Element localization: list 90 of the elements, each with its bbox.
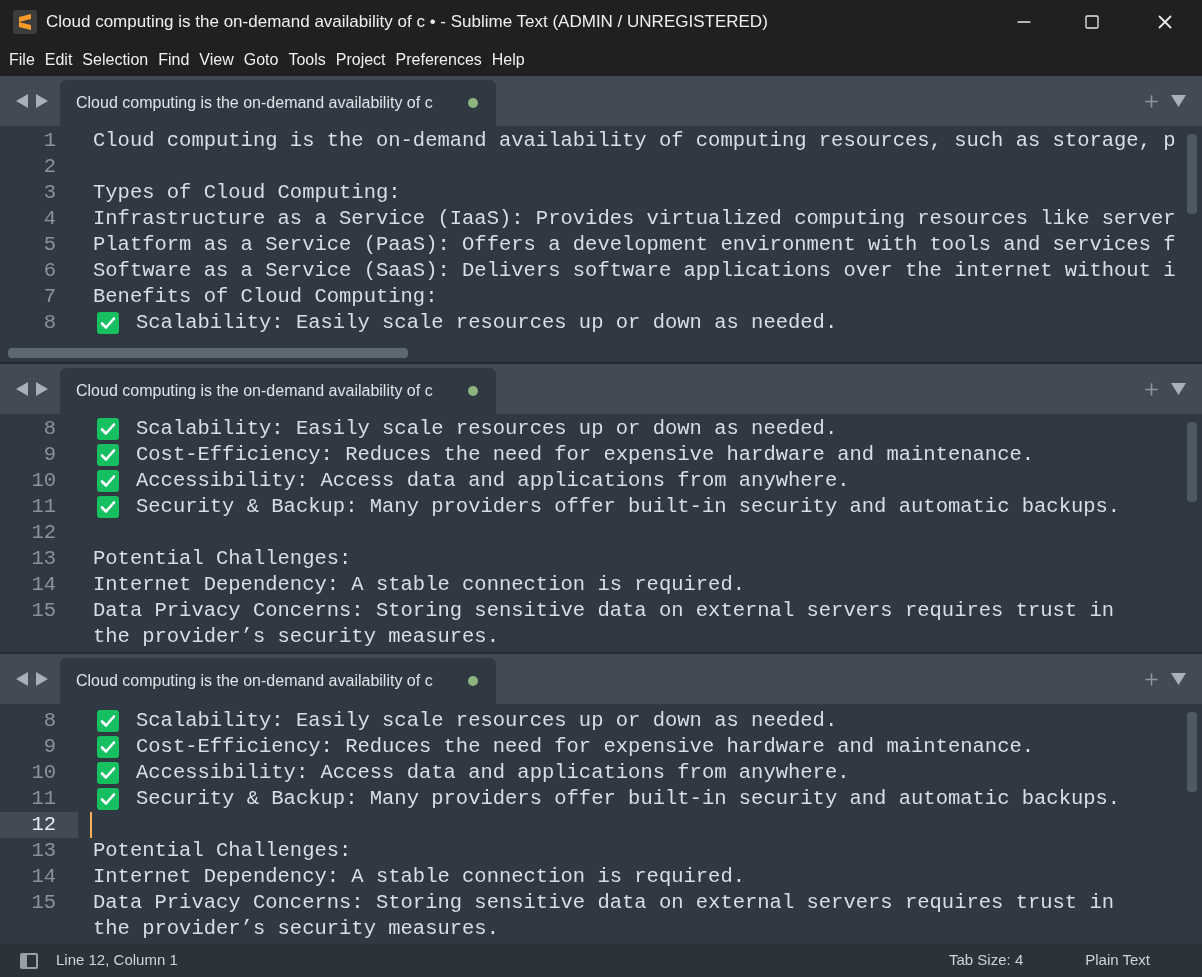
line-number: 9	[43, 733, 56, 760]
menu-item[interactable]: File	[4, 48, 40, 72]
code-line: Internet Dependency: A stable connection is required.	[93, 571, 745, 598]
line-number: 4	[43, 205, 56, 232]
code-line: Scalability: Easily scale resources up or down as needed.	[136, 415, 838, 442]
maximize-icon[interactable]	[1084, 14, 1100, 30]
code-line: Cloud computing is the on-demand availability of computing resources, such as storage, p	[93, 127, 1176, 154]
code-line: the provider’s security measures.	[93, 623, 499, 650]
check-mark-icon	[97, 312, 119, 334]
code-line: Potential Challenges:	[93, 837, 352, 864]
check-mark-icon	[97, 736, 119, 758]
cursor-position: Line 12, Column 1	[56, 950, 178, 971]
line-number: 8	[43, 415, 56, 442]
line-number: 8	[43, 309, 56, 336]
app-logo-icon	[13, 10, 37, 34]
line-number: 3	[43, 179, 56, 206]
code-line: Infrastructure as a Service (IaaS): Provides virtualized computing resources like server	[93, 205, 1176, 232]
menu-item[interactable]: Goto	[238, 48, 284, 72]
menu-item[interactable]: Project	[330, 48, 391, 72]
previous-icon[interactable]	[16, 672, 29, 686]
line-number: 15	[31, 597, 56, 624]
code-line: Benefits of Cloud Computing:	[93, 283, 438, 310]
dropdown-icon[interactable]	[1171, 673, 1186, 685]
code-line: Types of Cloud Computing:	[93, 179, 401, 206]
menu-item[interactable]: Edit	[39, 48, 78, 72]
menu-item[interactable]: Selection	[77, 48, 154, 72]
code-line: Potential Challenges:	[93, 545, 352, 572]
next-icon[interactable]	[35, 672, 48, 686]
menu-item[interactable]: Preferences	[390, 48, 487, 72]
menu-item[interactable]: Find	[153, 48, 195, 72]
code-line: Internet Dependency: A stable connection is required.	[93, 863, 745, 890]
sidebar-toggle-icon[interactable]	[20, 952, 38, 969]
line-number: 13	[31, 545, 56, 572]
line-number: 13	[31, 837, 56, 864]
code-line: Cost-Efficiency: Reduces the need for expensive hardware and maintenance.	[136, 441, 1035, 468]
line-number: 8	[43, 707, 56, 734]
code-line: Data Privacy Concerns: Storing sensitive data on external servers requires trust in	[93, 597, 1115, 624]
file-tab[interactable]: Cloud computing is the on-demand availability of c	[60, 658, 496, 704]
vertical-scrollbar[interactable]	[1187, 422, 1197, 502]
line-number: 12	[31, 811, 56, 838]
code-line: Cost-Efficiency: Reduces the need for expensive hardware and maintenance.	[136, 733, 1035, 760]
line-number: 10	[31, 467, 56, 494]
line-number: 7	[43, 283, 56, 310]
next-icon[interactable]	[35, 382, 48, 396]
code-line: Platform as a Service (PaaS): Offers a development environment with tools and services f	[93, 231, 1176, 258]
code-line: Accessibility: Access data and applications from anywhere.	[136, 467, 850, 494]
line-number: 14	[31, 571, 56, 598]
line-number: 10	[31, 759, 56, 786]
previous-icon[interactable]	[16, 94, 29, 108]
window-title: Cloud computing is the on-demand availability of c • - Sublime Text (ADMIN / UNREGISTERED)	[46, 11, 768, 34]
line-number: 14	[31, 863, 56, 890]
check-mark-icon	[97, 470, 119, 492]
line-number: 11	[31, 493, 56, 520]
check-mark-icon	[97, 496, 119, 518]
vertical-scrollbar[interactable]	[1187, 712, 1197, 792]
previous-icon[interactable]	[16, 382, 29, 396]
check-mark-icon	[97, 444, 119, 466]
text-caret	[90, 812, 92, 838]
next-icon[interactable]	[35, 94, 48, 108]
code-line: Scalability: Easily scale resources up or down as needed.	[136, 707, 838, 734]
menu-item[interactable]: Help	[486, 48, 530, 72]
tab-size[interactable]: Tab Size: 4	[949, 949, 1024, 972]
code-line: Security & Backup: Many providers offer built-in security and automatic backups.	[136, 493, 1121, 520]
line-number: 9	[43, 441, 56, 468]
check-mark-icon	[97, 418, 119, 440]
dropdown-icon[interactable]	[1171, 95, 1186, 107]
code-line: Scalability: Easily scale resources up or down as needed.	[136, 309, 838, 336]
line-number: 5	[43, 231, 56, 258]
code-line: the provider’s security measures.	[93, 915, 499, 942]
code-line: Security & Backup: Many providers offer built-in security and automatic backups.	[136, 785, 1121, 812]
line-number: 2	[43, 153, 56, 180]
check-mark-icon	[97, 710, 119, 732]
code-line: Software as a Service (SaaS): Delivers software applications over the internet without i	[93, 257, 1176, 284]
vertical-scrollbar[interactable]	[1187, 134, 1197, 214]
horizontal-scrollbar[interactable]	[8, 348, 408, 358]
file-tab[interactable]: Cloud computing is the on-demand availability of c	[60, 80, 496, 126]
line-number: 11	[31, 785, 56, 812]
syntax-mode[interactable]: Plain Text	[1085, 949, 1150, 972]
line-number: 12	[31, 519, 56, 546]
menu-item[interactable]: View	[194, 48, 239, 72]
line-number: 15	[31, 889, 56, 916]
check-mark-icon	[97, 788, 119, 810]
line-number: 1	[43, 127, 56, 154]
file-tab[interactable]: Cloud computing is the on-demand availability of c	[60, 368, 496, 414]
check-mark-icon	[97, 762, 119, 784]
menu-item[interactable]: Tools	[283, 48, 331, 72]
dropdown-icon[interactable]	[1171, 383, 1186, 395]
code-line: Data Privacy Concerns: Storing sensitive data on external servers requires trust in	[93, 889, 1115, 916]
line-number: 6	[43, 257, 56, 284]
code-line: Accessibility: Access data and applications from anywhere.	[136, 759, 850, 786]
